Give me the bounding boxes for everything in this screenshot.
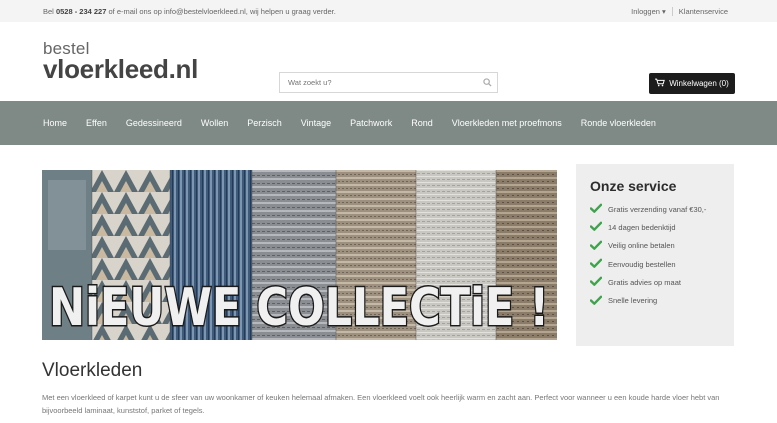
service-item-label: Snelle levering — [608, 296, 658, 306]
top-bar: Bel 0528 - 234 227 of e-mail ons op info… — [0, 0, 777, 22]
nav-wollen[interactable]: Wollen — [201, 118, 228, 128]
logo-bottom: vloerkleed.nl — [43, 54, 199, 84]
service-item-label: Gratis verzending vanaf €30,- — [608, 204, 707, 214]
search-box — [279, 72, 498, 93]
nav-gedessineerd[interactable]: Gedessineerd — [126, 118, 182, 128]
account-links: Inloggen ▾ Klantenservice — [625, 6, 734, 16]
banner-image: NiEUWE COLLECTiE ! — [42, 170, 557, 340]
logo[interactable]: bestel vloerkleed.nl — [43, 40, 198, 82]
nav-patchwork[interactable]: Patchwork — [350, 118, 392, 128]
service-title: Onze service — [590, 178, 677, 194]
service-panel: Onze service Gratis verzending vanaf €30… — [576, 164, 734, 346]
contact-info: Bel 0528 - 234 227 of e-mail ons op info… — [43, 7, 336, 16]
check-icon — [589, 240, 603, 252]
banner-new-collection[interactable]: NiEUWE COLLECTiE ! — [42, 170, 557, 340]
service-item: Gratis verzending vanaf €30,- — [589, 200, 720, 218]
nav-vintage[interactable]: Vintage — [301, 118, 331, 128]
intro-section: Vloerkleden Met een vloerkleed of karpet… — [42, 360, 742, 417]
service-item-label: Gratis advies op maat — [608, 277, 681, 287]
nav-home[interactable]: Home — [43, 118, 67, 128]
check-icon — [589, 221, 603, 233]
search-icon[interactable] — [477, 78, 497, 87]
check-icon — [589, 258, 603, 270]
banner-text: NiEUWE COLLECTiE ! — [49, 278, 549, 338]
main-nav: Home Effen Gedessineerd Wollen Perzisch … — [0, 101, 777, 145]
cart-button[interactable]: Winkelwagen (0) — [649, 73, 735, 94]
nav-proefmons[interactable]: Vloerkleden met proefmons — [452, 118, 562, 128]
phone-prefix: Bel — [43, 6, 54, 16]
contact-text: of e-mail ons op info@bestelvloerkleed.n… — [108, 6, 336, 16]
service-item: Snelle levering — [589, 291, 720, 309]
check-icon — [589, 276, 603, 288]
service-item-label: Eenvoudig bestellen — [608, 259, 676, 269]
nav-perzisch[interactable]: Perzisch — [247, 118, 282, 128]
service-item-label: 14 dagen bedenktijd — [608, 222, 676, 232]
service-item: Veilig online betalen — [589, 237, 720, 255]
service-item-label: Veilig online betalen — [608, 241, 675, 251]
login-label: Inloggen — [631, 6, 660, 16]
nav-ronde-vloerkleden[interactable]: Ronde vloerkleden — [581, 118, 656, 128]
cart-label: Winkelwagen (0) — [669, 79, 729, 88]
service-item: 14 dagen bedenktijd — [589, 218, 720, 236]
service-item: Eenvoudig bestellen — [589, 255, 720, 273]
login-link[interactable]: Inloggen ▾ — [625, 7, 672, 16]
intro-text: Met een vloerkleed of karpet kunt u de s… — [42, 393, 720, 415]
header: bestel vloerkleed.nl Winkelwagen (0) — [0, 22, 777, 100]
nav-rond[interactable]: Rond — [411, 118, 433, 128]
search-input[interactable] — [280, 78, 477, 87]
nav-effen[interactable]: Effen — [86, 118, 107, 128]
customer-service-link[interactable]: Klantenservice — [673, 7, 734, 16]
check-icon — [589, 203, 603, 215]
phone-number[interactable]: 0528 - 234 227 — [56, 7, 106, 16]
cart-icon — [655, 78, 666, 89]
caret-down-icon: ▾ — [662, 6, 666, 16]
service-item: Gratis advies op maat — [589, 273, 720, 291]
service-list: Gratis verzending vanaf €30,- 14 dagen b… — [589, 200, 720, 310]
page-title: Vloerkleden — [42, 360, 143, 381]
check-icon — [589, 295, 603, 307]
